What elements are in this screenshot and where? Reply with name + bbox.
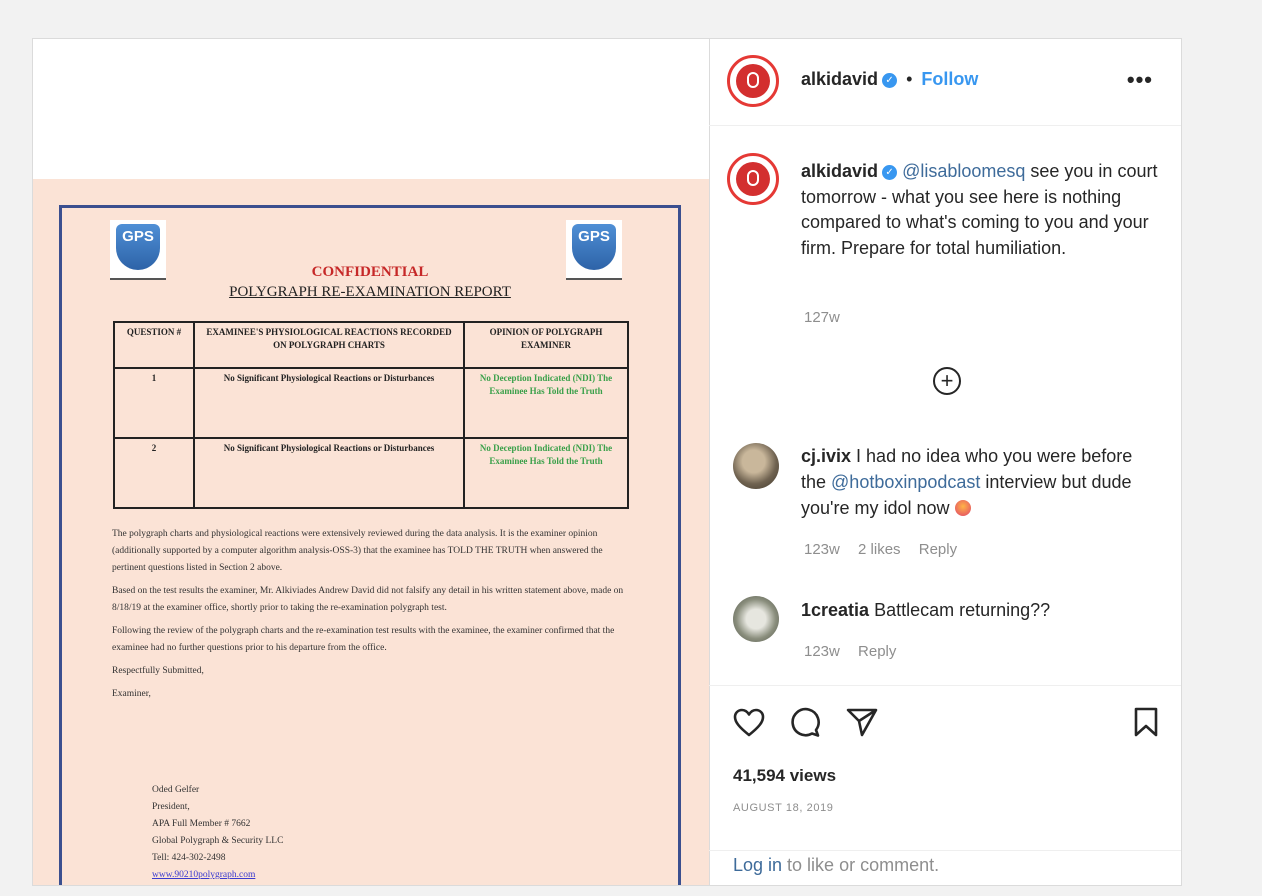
reply-button[interactable]: Reply: [858, 643, 896, 660]
table-cell: 1: [113, 367, 195, 439]
caption-avatar[interactable]: [727, 153, 779, 205]
table-header: OPINION OF POLYGRAPH EXAMINER: [463, 321, 629, 369]
caption: alkidavid ✓ @lisabloomesq see you in cour…: [801, 159, 1161, 261]
table-header: EXAMINEE'S PHYSIOLOGICAL REACTIONS RECOR…: [193, 321, 465, 369]
avatar[interactable]: [727, 55, 779, 107]
table-cell: 2: [113, 437, 195, 509]
table-cell: No Deception Indicated (NDI) The Examine…: [463, 367, 629, 439]
gps-logo-text: GPS: [122, 228, 154, 245]
caption-timestamp[interactable]: 127w: [804, 309, 840, 326]
login-prompt: Log in to like or comment.: [709, 850, 1181, 887]
comment-avatar[interactable]: [733, 443, 779, 489]
signature-line: President,: [152, 802, 190, 812]
comment-likes[interactable]: 2 likes: [858, 541, 901, 558]
comment-username[interactable]: 1creatia: [801, 600, 869, 620]
document-title: CONFIDENTIAL: [311, 264, 429, 280]
header-user-line: alkidavid ✓ • Follow: [801, 69, 978, 90]
signature-line: Tell: 424-302-2498: [152, 853, 226, 863]
comment-meta: 123w 2 likes Reply: [804, 541, 971, 558]
comment-text: Battlecam returning??: [869, 600, 1051, 620]
verified-badge-icon: ✓: [882, 165, 898, 180]
more-options-button[interactable]: •••: [1127, 67, 1153, 93]
document-paragraph: The polygraph charts and physiological r…: [112, 529, 603, 573]
table-header: QUESTION #: [113, 321, 195, 369]
table-row: 1 No Significant Physiological Reactions…: [113, 367, 629, 439]
polygraph-report-image: GPS GPS CONFIDENTIAL POLYGRAPH RE-EXAMIN…: [33, 179, 709, 885]
table-row: 2 No Significant Physiological Reactions…: [113, 437, 629, 509]
comment-username[interactable]: cj.ivix: [801, 446, 851, 466]
table-cell: No Deception Indicated (NDI) The Examine…: [463, 437, 629, 509]
caption-mention-link[interactable]: @lisabloomesq: [902, 161, 1025, 181]
bookmark-icon[interactable]: [1133, 706, 1159, 738]
login-prompt-text: to like or comment.: [782, 855, 940, 875]
comment-item: 1creatia Battlecam returning??: [801, 597, 1161, 623]
signature-line: APA Full Member # 7662: [152, 819, 251, 829]
gps-logo-text: GPS: [578, 228, 610, 245]
send-icon[interactable]: [845, 706, 879, 738]
document-subtitle: POLYGRAPH RE-EXAMINATION REPORT: [229, 284, 511, 300]
table-cell: No Significant Physiological Reactions o…: [193, 367, 465, 439]
view-count[interactable]: 41,594 views: [733, 766, 836, 786]
plus-circle-icon[interactable]: +: [933, 367, 961, 395]
post-header: alkidavid ✓ • Follow •••: [709, 39, 1181, 126]
signature-line: Global Polygraph & Security LLC: [152, 836, 284, 846]
document-signature: Oded Gelfer President, APA Full Member #…: [152, 782, 452, 884]
comment-avatar[interactable]: [733, 596, 779, 642]
post-date[interactable]: AUGUST 18, 2019: [733, 802, 834, 814]
signature-line: Oded Gelfer: [152, 785, 200, 795]
signature-link: www.90210polygraph.com: [152, 870, 256, 880]
comment-icon[interactable]: [789, 706, 821, 738]
post-container: GPS GPS CONFIDENTIAL POLYGRAPH RE-EXAMIN…: [32, 38, 1182, 886]
document-paragraph: Examiner,: [112, 689, 151, 699]
document-paragraph: Following the review of the polygraph ch…: [112, 626, 615, 653]
emoji-icon: [954, 500, 971, 516]
comment-timestamp[interactable]: 123w: [804, 643, 840, 660]
report-table: QUESTION # EXAMINEE'S PHYSIOLOGICAL REAC…: [113, 321, 629, 509]
comment-timestamp[interactable]: 123w: [804, 541, 840, 558]
report-table-header: QUESTION # EXAMINEE'S PHYSIOLOGICAL REAC…: [113, 321, 629, 369]
document-frame: GPS GPS CONFIDENTIAL POLYGRAPH RE-EXAMIN…: [59, 205, 681, 885]
login-link[interactable]: Log in: [733, 855, 782, 875]
header-username[interactable]: alkidavid: [801, 69, 878, 89]
comment-item: cj.ivix I had no idea who you were befor…: [801, 443, 1161, 521]
post-actions: 41,594 views AUGUST 18, 2019 Log in to l…: [709, 685, 1181, 886]
verified-badge-icon: ✓: [882, 73, 898, 88]
document-paragraph: Based on the test results the examiner, …: [112, 586, 624, 613]
follow-separator: •: [906, 69, 913, 89]
post-side-panel: alkidavid ✓ • Follow ••• alkidavid ✓ @lisa…: [709, 39, 1181, 885]
comment-meta: 123w Reply: [804, 643, 910, 660]
document-paragraph: Respectfully Submitted,: [112, 666, 204, 676]
caption-username[interactable]: alkidavid: [801, 161, 878, 181]
follow-button[interactable]: Follow: [921, 69, 978, 89]
document-body: The polygraph charts and physiological r…: [112, 526, 634, 709]
post-media[interactable]: GPS GPS CONFIDENTIAL POLYGRAPH RE-EXAMIN…: [33, 39, 710, 885]
comment-mention-link[interactable]: @hotboxinpodcast: [831, 472, 980, 492]
table-cell: No Significant Physiological Reactions o…: [193, 437, 465, 509]
reply-button[interactable]: Reply: [919, 541, 957, 558]
heart-icon[interactable]: [733, 708, 765, 738]
